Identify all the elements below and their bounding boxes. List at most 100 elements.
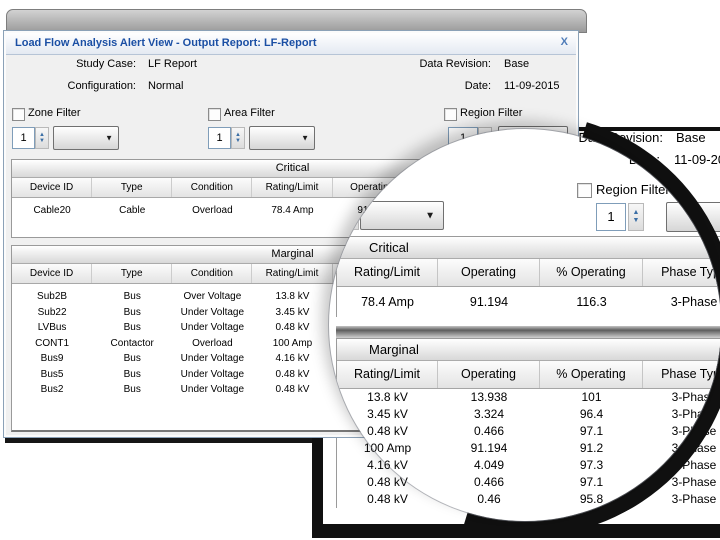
zoom-area-spinner-arrows: ▲ ▼ bbox=[344, 201, 359, 230]
cell: 3.324 bbox=[438, 406, 540, 423]
cell: 91.2 bbox=[540, 440, 643, 457]
cell: Bus bbox=[92, 320, 172, 336]
cell: Overload bbox=[172, 336, 252, 352]
col-rating-limit: Rating/Limit bbox=[337, 361, 438, 388]
zoom-region-filter-checkbox bbox=[577, 183, 592, 198]
area-filter-spinner-arrows[interactable]: ▲ ▼ bbox=[231, 127, 245, 149]
zoom-marginal-header: Rating/Limit Operating % Operating Phase… bbox=[337, 361, 720, 389]
zone-filter-spinner[interactable]: 1 bbox=[12, 127, 35, 149]
cell: 3-Phase bbox=[643, 440, 720, 457]
cell: 78.4 Amp bbox=[337, 287, 438, 317]
spinner-up-icon: ▲ bbox=[348, 208, 355, 216]
area-filter-dropdown[interactable]: ▼ bbox=[249, 126, 315, 150]
col-condition: Condition bbox=[172, 178, 252, 197]
cell: Bus bbox=[92, 382, 172, 398]
cell: LVBus bbox=[12, 320, 92, 336]
chevron-down-icon: ▼ bbox=[105, 134, 113, 143]
table-row: 0.48 kV0.46697.13-Phase bbox=[337, 474, 720, 491]
cell: Under Voltage bbox=[172, 351, 252, 367]
cell: 100 Amp bbox=[337, 440, 438, 457]
col-operating: Operating bbox=[438, 361, 540, 388]
zoom-region-filter-label: Region Filter bbox=[596, 182, 670, 197]
cell: 0.48 kV bbox=[337, 474, 438, 491]
zone-filter-checkbox[interactable] bbox=[12, 108, 25, 121]
cell: Under Voltage bbox=[172, 320, 252, 336]
cell: 3-Phase bbox=[643, 423, 720, 440]
magnifier-lens: Data Revision: Base Date: 11-09-2015 Reg… bbox=[329, 129, 720, 521]
area-filter-checkbox[interactable] bbox=[208, 108, 221, 121]
zoom-date-label: Date: bbox=[460, 152, 660, 167]
spinner-down-icon[interactable]: ▼ bbox=[235, 138, 241, 144]
spinner-down-icon[interactable]: ▼ bbox=[39, 138, 45, 144]
zoom-marginal-title: Marginal bbox=[337, 338, 720, 361]
date-value: 11-09-2015 bbox=[504, 80, 559, 92]
study-case-label: Study Case: bbox=[14, 58, 136, 70]
cell: Under Voltage bbox=[172, 367, 252, 383]
dialog-title: Load Flow Analysis Alert View - Output R… bbox=[15, 37, 317, 49]
close-icon[interactable]: X bbox=[561, 36, 568, 48]
cell: Bus bbox=[92, 305, 172, 321]
cell: Contactor bbox=[92, 336, 172, 352]
cell: 78.4 Amp bbox=[252, 203, 332, 219]
zoom-region-filter-spinner: 1 bbox=[596, 203, 626, 231]
col-device-id: Device ID bbox=[12, 178, 92, 197]
cell: 97.1 bbox=[540, 423, 643, 440]
zone-filter-dropdown[interactable]: ▼ bbox=[53, 126, 119, 150]
cell: Under Voltage bbox=[172, 382, 252, 398]
col-rating-limit: Rating/Limit bbox=[252, 178, 332, 197]
cell: 95.8 bbox=[540, 491, 643, 508]
zoom-region-spinner-arrows: ▲ ▼ bbox=[628, 203, 644, 231]
cell: 3-Phase bbox=[643, 406, 720, 423]
cell: Bus bbox=[92, 367, 172, 383]
cell: Sub2B bbox=[12, 289, 92, 305]
configuration-label: Configuration: bbox=[14, 80, 136, 92]
zoom-critical-header: Rating/Limit Operating % Operating Phase… bbox=[337, 259, 720, 287]
cell: 4.049 bbox=[438, 457, 540, 474]
screenshot-stage: Load Flow Analysis Alert View - Output R… bbox=[0, 0, 720, 540]
table-row: 78.4 Amp 91.194 116.3 3-Phase bbox=[337, 287, 720, 317]
col-type: Type bbox=[92, 264, 172, 283]
cell: 0.48 kV bbox=[337, 491, 438, 508]
cell: 13.8 kV bbox=[337, 389, 438, 406]
table-row: 13.8 kV13.9381013-Phase bbox=[337, 389, 720, 406]
area-filter-label: Area Filter bbox=[224, 107, 275, 119]
zoom-data-revision-label: Data Revision: bbox=[463, 130, 663, 145]
cell: 116.3 bbox=[540, 287, 643, 317]
cell: Cable20 bbox=[12, 203, 92, 219]
table-row: 3.45 kV3.32496.43-Phase bbox=[337, 406, 720, 423]
cell: 97.1 bbox=[540, 474, 643, 491]
cell: 91.194 bbox=[438, 287, 540, 317]
zone-filter-label: Zone Filter bbox=[28, 107, 81, 119]
cell: 0.48 kV bbox=[337, 423, 438, 440]
col-condition: Condition bbox=[172, 264, 252, 283]
chevron-down-icon: ▼ bbox=[301, 134, 309, 143]
cell: 0.466 bbox=[438, 474, 540, 491]
date-label: Date: bbox=[334, 80, 491, 92]
cell: 101 bbox=[540, 389, 643, 406]
area-filter-spinner[interactable]: 1 bbox=[208, 127, 231, 149]
cell: Bus5 bbox=[12, 367, 92, 383]
spinner-down-icon: ▼ bbox=[348, 216, 355, 224]
col-type: Type bbox=[92, 178, 172, 197]
cell: 0.466 bbox=[438, 423, 540, 440]
spinner-down-icon: ▼ bbox=[633, 217, 640, 225]
cell: 3-Phase bbox=[643, 457, 720, 474]
zone-filter-spinner-arrows[interactable]: ▲ ▼ bbox=[35, 127, 49, 149]
col-phase-type: Phase Type bbox=[643, 361, 720, 388]
cell: 91.194 bbox=[438, 440, 540, 457]
cell: Over Voltage bbox=[172, 289, 252, 305]
cell: 3-Phase bbox=[643, 474, 720, 491]
zoom-marginal-section: Marginal Rating/Limit Operating % Operat… bbox=[336, 338, 720, 508]
cell: Bus bbox=[92, 289, 172, 305]
cell: 3-Phase bbox=[643, 389, 720, 406]
dialog-titlebar[interactable]: Load Flow Analysis Alert View - Output R… bbox=[6, 33, 576, 55]
table-row: 0.48 kV0.4695.83-Phase bbox=[337, 491, 720, 508]
configuration-value: Normal bbox=[148, 80, 183, 92]
cell: 3.45 kV bbox=[337, 406, 438, 423]
cell: CONT1 bbox=[12, 336, 92, 352]
col-pct-operating: % Operating bbox=[540, 259, 643, 286]
data-revision-label: Data Revision: bbox=[334, 58, 491, 70]
region-filter-checkbox[interactable] bbox=[444, 108, 457, 121]
zoom-region-filter-dropdown: ▼ bbox=[666, 202, 720, 232]
zoom-section-divider bbox=[336, 326, 720, 338]
